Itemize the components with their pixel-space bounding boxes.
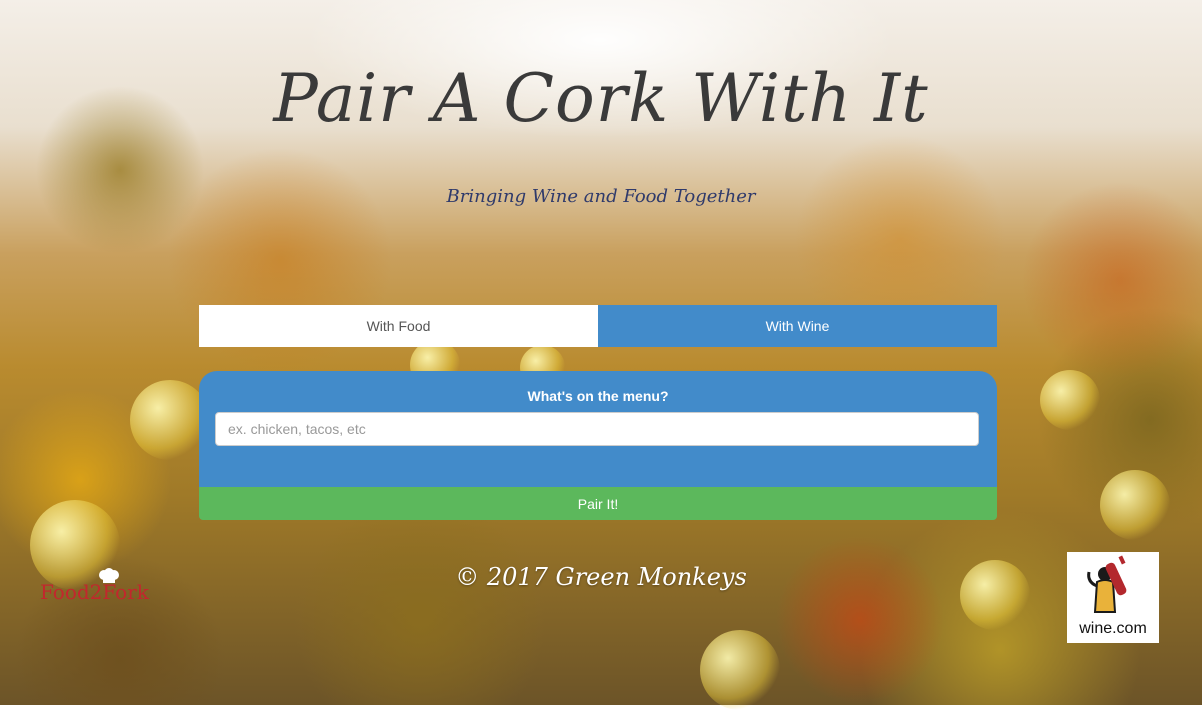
wine-com-logo-text: wine.com: [1079, 620, 1147, 637]
page-subtitle: Bringing Wine and Food Together: [446, 186, 756, 207]
menu-search-panel: What's on the menu?: [199, 371, 997, 487]
pairing-mode-tabs: With Food With Wine: [199, 305, 997, 347]
tab-with-food[interactable]: With Food: [199, 305, 598, 347]
pair-it-button[interactable]: Pair It!: [199, 487, 997, 520]
wine-figure-icon: [1087, 555, 1127, 613]
wine-com-logo[interactable]: wine.com: [1067, 552, 1159, 643]
background-grape: [700, 630, 780, 710]
page-title: Pair A Cork With It: [273, 60, 929, 137]
background-grape: [1100, 470, 1170, 540]
menu-search-input[interactable]: [215, 412, 979, 446]
background-grape: [130, 380, 210, 460]
menu-label: What's on the menu?: [527, 388, 669, 404]
background-grape: [1040, 370, 1100, 430]
copyright-text: © 2017 Green Monkeys: [455, 563, 747, 591]
tab-with-wine[interactable]: With Wine: [598, 305, 997, 347]
